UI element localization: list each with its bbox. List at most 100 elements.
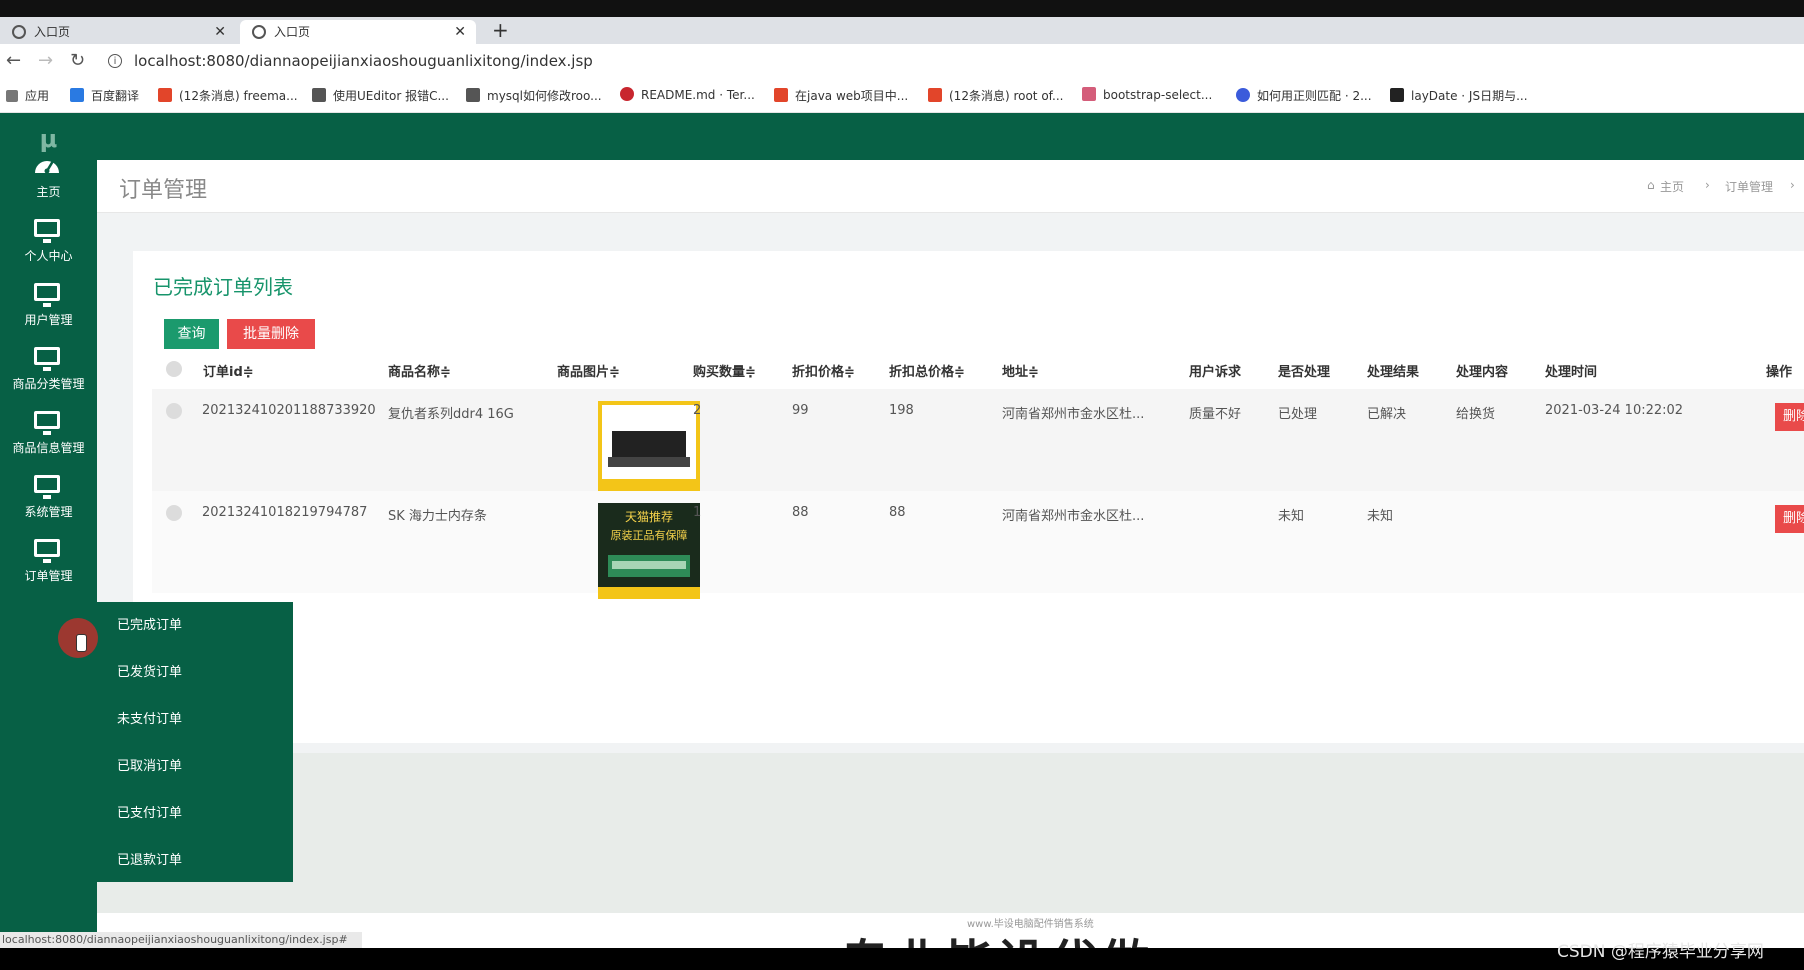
csdn-icon [928, 88, 942, 102]
dashboard-icon [35, 160, 59, 174]
globe-icon [252, 25, 266, 39]
close-icon[interactable]: ✕ [214, 20, 226, 44]
new-tab-button[interactable]: + [492, 17, 509, 43]
url-field[interactable]: localhost:8080/diannaopeijianxiaoshougua… [134, 52, 593, 70]
tab-title: 入口页 [274, 25, 311, 39]
address-bar: ← → ↻ i localhost:8080/diannaopeijianxia… [0, 44, 1804, 80]
sidebar-item-order-management[interactable]: 订单管理 [0, 531, 97, 595]
bookmark-label: README.md · Ter... [641, 88, 755, 102]
sidebar-item-label: 系统管理 [24, 505, 73, 519]
csdn-icon [774, 88, 788, 102]
submenu-item-refunded-orders[interactable]: 已退款订单 [117, 849, 182, 868]
image-caption: 天猫推荐 [625, 510, 673, 524]
breadcrumb-home[interactable]: 主页 [1660, 178, 1684, 195]
cell-result: 已解决 [1367, 407, 1407, 422]
tab-title: 入口页 [34, 25, 71, 39]
sidebar-item-label: 订单管理 [24, 569, 73, 583]
forward-arrow-icon[interactable]: → [38, 50, 53, 71]
sidebar-item-label: 用户管理 [24, 313, 73, 327]
delete-button[interactable]: 删除 [1775, 403, 1804, 431]
bookmark-label: layDate · JS日期与... [1411, 89, 1528, 103]
column-header[interactable]: 订单id≑ [203, 361, 254, 380]
cell-quantity: 1 [693, 505, 702, 520]
row-checkbox[interactable] [166, 505, 182, 521]
translate-icon [70, 88, 84, 102]
bookmark-item[interactable]: (12条消息) root of... [928, 87, 1063, 104]
bookmark-item[interactable]: 百度翻译 [70, 87, 139, 104]
gitee-icon [620, 87, 634, 101]
layui-icon [1390, 88, 1404, 102]
column-header: 处理结果 [1367, 365, 1420, 380]
monitor-icon [34, 539, 60, 563]
app-viewport: 订单管理 ⌂ 主页 › 订单管理 › 已完成订单列表 查询 批量删除 订单id≑… [0, 113, 1804, 948]
breadcrumb-current: 订单管理 [1725, 180, 1774, 194]
close-icon[interactable]: ✕ [454, 20, 466, 44]
bookmark-label: bootstrap-select... [1103, 88, 1213, 102]
sidebar-item-category-management[interactable]: 商品分类管理 [0, 339, 97, 403]
submenu-item-completed-orders[interactable]: 已完成订单 [117, 614, 182, 633]
image-caption: 原装正品有保障 [611, 528, 688, 542]
info-icon[interactable]: i [108, 54, 122, 68]
bookmark-label: 如何用正则匹配 · 2... [1257, 89, 1372, 103]
column-header: 处理时间 [1545, 365, 1598, 380]
browser-tab-2[interactable]: 入口页 ✕ [240, 20, 476, 44]
select-all-checkbox[interactable] [166, 361, 182, 377]
bookmark-item[interactable]: README.md · Ter... [620, 87, 755, 102]
bookmark-label: 在java web项目中... [795, 89, 909, 103]
order-submenu: 已完成订单 已发货订单 未支付订单 已取消订单 已支付订单 已退款订单 [97, 602, 293, 882]
column-header[interactable]: 商品名称≑ [388, 361, 451, 380]
sidebar-item-personal-center[interactable]: 个人中心 [0, 211, 97, 275]
sidebar-item-user-management[interactable]: 用户管理 [0, 275, 97, 339]
cell-user-demand: 质量不好 [1189, 407, 1242, 422]
back-arrow-icon[interactable]: ← [6, 50, 21, 71]
sidebar: μ 主页 个人中心 用户管理 商品分类管理 商品信息管理 系统管理 订单管理 [0, 113, 97, 948]
monitor-icon [34, 283, 60, 307]
column-header: 操作 [1766, 365, 1793, 380]
cell-address: 河南省郑州市金水区杜... [1002, 509, 1145, 524]
submenu-item-shipped-orders[interactable]: 已发货订单 [117, 661, 182, 680]
batch-delete-button[interactable]: 批量删除 [227, 319, 315, 349]
column-header[interactable]: 地址≑ [1002, 361, 1039, 380]
column-header: 处理内容 [1456, 365, 1509, 380]
sidebar-item-label: 商品信息管理 [12, 441, 85, 455]
cell-discount-total: 198 [889, 403, 914, 418]
bookmark-label: 百度翻译 [91, 89, 140, 103]
browser-tab-1[interactable]: 入口页 ✕ [0, 20, 236, 44]
cell-processed: 未知 [1278, 509, 1305, 524]
bookmark-item[interactable]: 在java web项目中... [774, 87, 908, 104]
baidu-icon [1236, 88, 1250, 102]
sidebar-item-product-management[interactable]: 商品信息管理 [0, 403, 97, 467]
bookmark-item[interactable]: layDate · JS日期与... [1390, 87, 1528, 104]
submenu-item-cancelled-orders[interactable]: 已取消订单 [117, 755, 182, 774]
bookmark-item[interactable]: (12条消息) freema... [158, 87, 298, 104]
panel-title: 已完成订单列表 [153, 275, 293, 299]
monitor-icon [34, 347, 60, 371]
sidebar-item-label: 主页 [36, 185, 61, 199]
watermark: CSDN @程序猿毕业分享网 [1557, 942, 1764, 962]
column-header[interactable]: 商品图片≑ [557, 361, 620, 380]
query-button[interactable]: 查询 [164, 319, 219, 349]
cell-discount-price: 99 [792, 403, 809, 418]
monitor-icon [34, 411, 60, 435]
bookmark-apps[interactable]: 应用 [6, 87, 49, 104]
submenu-item-unpaid-orders[interactable]: 未支付订单 [117, 708, 182, 727]
bookmark-item[interactable]: 如何用正则匹配 · 2... [1236, 87, 1372, 104]
bookmark-item[interactable]: 使用UEditor 报错C... [312, 87, 449, 104]
bookmark-item[interactable]: mysql如何修改roo... [466, 87, 602, 104]
top-navbar [97, 113, 1804, 160]
sidebar-item-system-management[interactable]: 系统管理 [0, 467, 97, 531]
reload-icon[interactable]: ↻ [70, 50, 85, 71]
submenu-item-paid-orders[interactable]: 已支付订单 [117, 802, 182, 821]
site-icon [466, 88, 480, 102]
row-checkbox[interactable] [166, 403, 182, 419]
product-image: 天猫推荐 原装正品有保障 [598, 503, 700, 599]
column-header[interactable]: 折扣价格≑ [792, 361, 855, 380]
cell-discount-price: 88 [792, 505, 809, 520]
sidebar-item-home[interactable]: 主页 [0, 147, 97, 211]
breadcrumb-separator: › [1790, 178, 1795, 192]
bookmark-item[interactable]: bootstrap-select... [1082, 87, 1212, 102]
delete-button[interactable]: 删除 [1775, 505, 1804, 533]
column-header[interactable]: 购买数量≑ [693, 361, 756, 380]
column-header[interactable]: 折扣总价格≑ [889, 361, 965, 380]
banner-headline: 专业毕设代做 [841, 923, 1153, 948]
